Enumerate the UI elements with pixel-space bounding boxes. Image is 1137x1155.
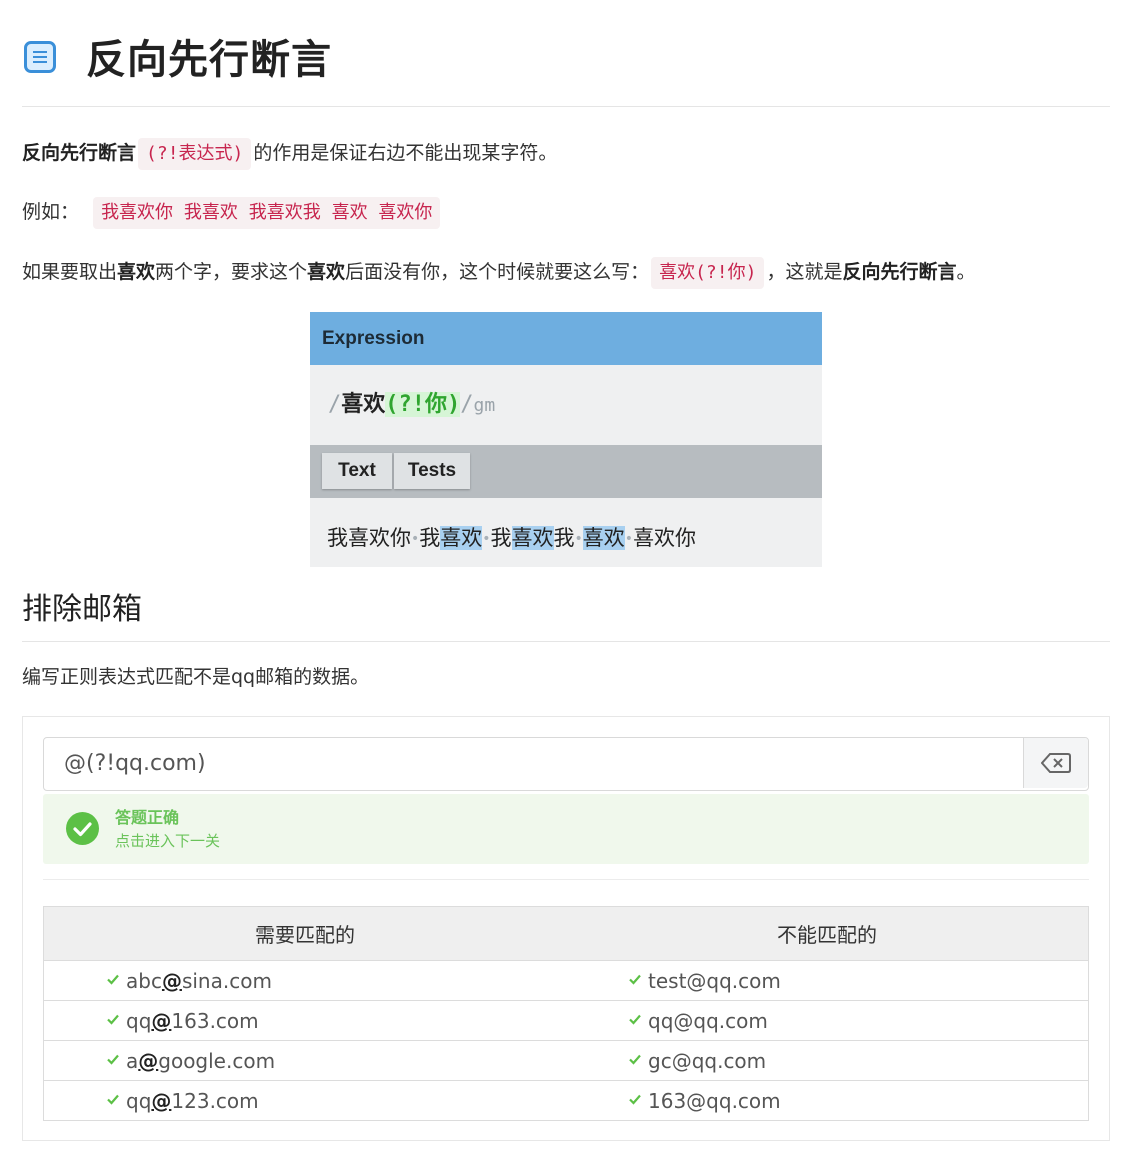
page-title: 反向先行断言	[86, 37, 332, 83]
explain-text-5: 。	[956, 261, 976, 283]
section-description: 编写正则表达式匹配不是qq邮箱的数据。	[22, 666, 370, 688]
check-icon	[629, 1014, 641, 1025]
explain-text-4: ，这就是	[766, 261, 843, 283]
example-code: 我喜欢你 我喜欢 我喜欢我 喜欢 喜欢你	[93, 197, 441, 229]
example-label: 例如：	[22, 201, 80, 223]
exclude-value: qq@qq.com	[648, 1009, 768, 1033]
match-suffix: 123.com	[171, 1089, 259, 1113]
match-prefix: a	[126, 1049, 139, 1073]
exclude-value: test@qq.com	[648, 969, 781, 993]
match-highlight: @	[161, 969, 182, 993]
header-should-not-match: 不能匹配的	[777, 923, 877, 947]
exclude-value: gc@qq.com	[648, 1049, 767, 1073]
match-highlight: 喜欢	[440, 526, 483, 550]
check-icon	[107, 1094, 119, 1105]
document-icon	[24, 41, 56, 73]
match-highlight: 喜欢	[511, 526, 554, 550]
table-row: qq@163.com qq@qq.com	[44, 1000, 1088, 1040]
exclude-cell: 163@qq.com	[566, 1081, 1088, 1120]
text-segment: 我	[553, 526, 575, 550]
backspace-icon	[1041, 753, 1071, 773]
check-icon	[107, 1054, 119, 1065]
check-icon	[629, 974, 641, 985]
match-prefix: qq	[126, 1009, 152, 1033]
intro-paragraph: 反向先行断言 (?!表达式) 的作用是保证右边不能出现某字符。	[22, 138, 557, 170]
tab-text: Text	[322, 453, 392, 489]
exclude-cell: test@qq.com	[566, 961, 1088, 1000]
table-row: a@google.com gc@qq.com	[44, 1040, 1088, 1080]
expression-header: Expression	[310, 312, 822, 365]
page-header: 反向先行断言	[22, 30, 1110, 107]
match-value: qq@163.com	[126, 1001, 259, 1041]
explain-bold-1: 喜欢	[117, 261, 156, 283]
match-cell: a@google.com	[44, 1041, 566, 1080]
table-header: 需要匹配的 不能匹配的	[44, 907, 1088, 960]
explain-code: 喜欢(?!你)	[651, 257, 765, 289]
space-marker: •	[624, 531, 634, 547]
space-marker: •	[482, 531, 491, 547]
quiz-panel: 答题正确 点击进入下一关 需要匹配的 不能匹配的 abc@sina.com te…	[22, 716, 1110, 1141]
match-cell: abc@sina.com	[44, 961, 566, 1000]
exclude-cell: qq@qq.com	[566, 1001, 1088, 1040]
text-segment: 我喜欢你	[327, 526, 411, 550]
section-heading: 排除邮箱	[22, 586, 1110, 642]
example-paragraph: 例如： 我喜欢你 我喜欢 我喜欢我 喜欢 喜欢你	[22, 197, 442, 229]
intro-rest: 的作用是保证右边不能出现某字符。	[253, 142, 558, 164]
text-segment: 我	[490, 526, 512, 550]
expression-display: /喜欢(?!你)/gm	[310, 365, 822, 445]
figure-tabs: Text Tests	[310, 445, 822, 498]
explain-text-1: 如果要取出	[22, 261, 118, 283]
table-row: qq@123.com 163@qq.com	[44, 1080, 1088, 1120]
table-row: abc@sina.com test@qq.com	[44, 960, 1088, 1000]
explain-text-3: 后面没有你，这个时候就要这么写：	[345, 261, 650, 283]
success-alert: 答题正确 点击进入下一关	[43, 794, 1089, 864]
test-cases-table: 需要匹配的 不能匹配的 abc@sina.com test@qq.com qq@…	[43, 906, 1089, 1121]
check-icon	[107, 1014, 119, 1025]
match-cell: qq@163.com	[44, 1001, 566, 1040]
expr-lookahead-group: (?!你)	[385, 392, 461, 417]
header-should-match: 需要匹配的	[255, 923, 355, 947]
match-highlight: @	[151, 1009, 172, 1033]
exclude-cell: gc@qq.com	[566, 1041, 1088, 1080]
text-segment: 喜欢你	[633, 526, 697, 550]
match-highlight: @	[151, 1089, 172, 1113]
match-value: a@google.com	[126, 1041, 275, 1081]
clear-button[interactable]	[1023, 738, 1088, 788]
match-value: abc@sina.com	[126, 961, 272, 1001]
text-segment: 我	[419, 526, 441, 550]
match-cell: qq@123.com	[44, 1081, 566, 1120]
match-prefix: qq	[126, 1089, 152, 1113]
answer-input-group	[43, 737, 1089, 791]
divider	[43, 879, 1089, 880]
explain-text-2: 两个字，要求这个	[155, 261, 308, 283]
regex-answer-input[interactable]	[44, 738, 1024, 788]
match-suffix: google.com	[158, 1049, 276, 1073]
space-marker: •	[574, 531, 583, 547]
intro-term: 反向先行断言	[22, 142, 137, 164]
match-suffix: 163.com	[171, 1009, 259, 1033]
intro-syntax-code: (?!表达式)	[138, 138, 252, 170]
test-text: 我喜欢你•我喜欢•我喜欢我•喜欢•喜欢你	[310, 498, 822, 567]
match-prefix: abc	[126, 969, 162, 993]
regex-figure: Expression /喜欢(?!你)/gm Text Tests 我喜欢你•我…	[310, 312, 822, 567]
match-highlight: 喜欢	[582, 526, 625, 550]
success-title: 答题正确	[115, 808, 180, 827]
match-suffix: sina.com	[181, 969, 272, 993]
check-icon	[629, 1054, 641, 1065]
success-check-icon	[66, 812, 99, 845]
check-icon	[629, 1094, 641, 1105]
next-level-link[interactable]: 点击进入下一关	[115, 830, 220, 851]
expr-literal: 喜欢	[341, 392, 386, 417]
match-highlight: @	[138, 1049, 159, 1073]
exclude-value: 163@qq.com	[648, 1089, 781, 1113]
check-icon	[107, 974, 119, 985]
explain-bold-2: 喜欢	[307, 261, 346, 283]
explain-paragraph: 如果要取出喜欢两个字，要求这个喜欢后面没有你，这个时候就要这么写： 喜欢(?!你)…	[22, 257, 975, 289]
expr-slash-close: /	[460, 392, 474, 417]
match-value: qq@123.com	[126, 1081, 259, 1121]
expr-slash-open: /	[328, 392, 342, 417]
expr-flags: gm	[473, 395, 496, 416]
explain-term: 反向先行断言	[842, 261, 957, 283]
tab-tests: Tests	[394, 453, 470, 489]
